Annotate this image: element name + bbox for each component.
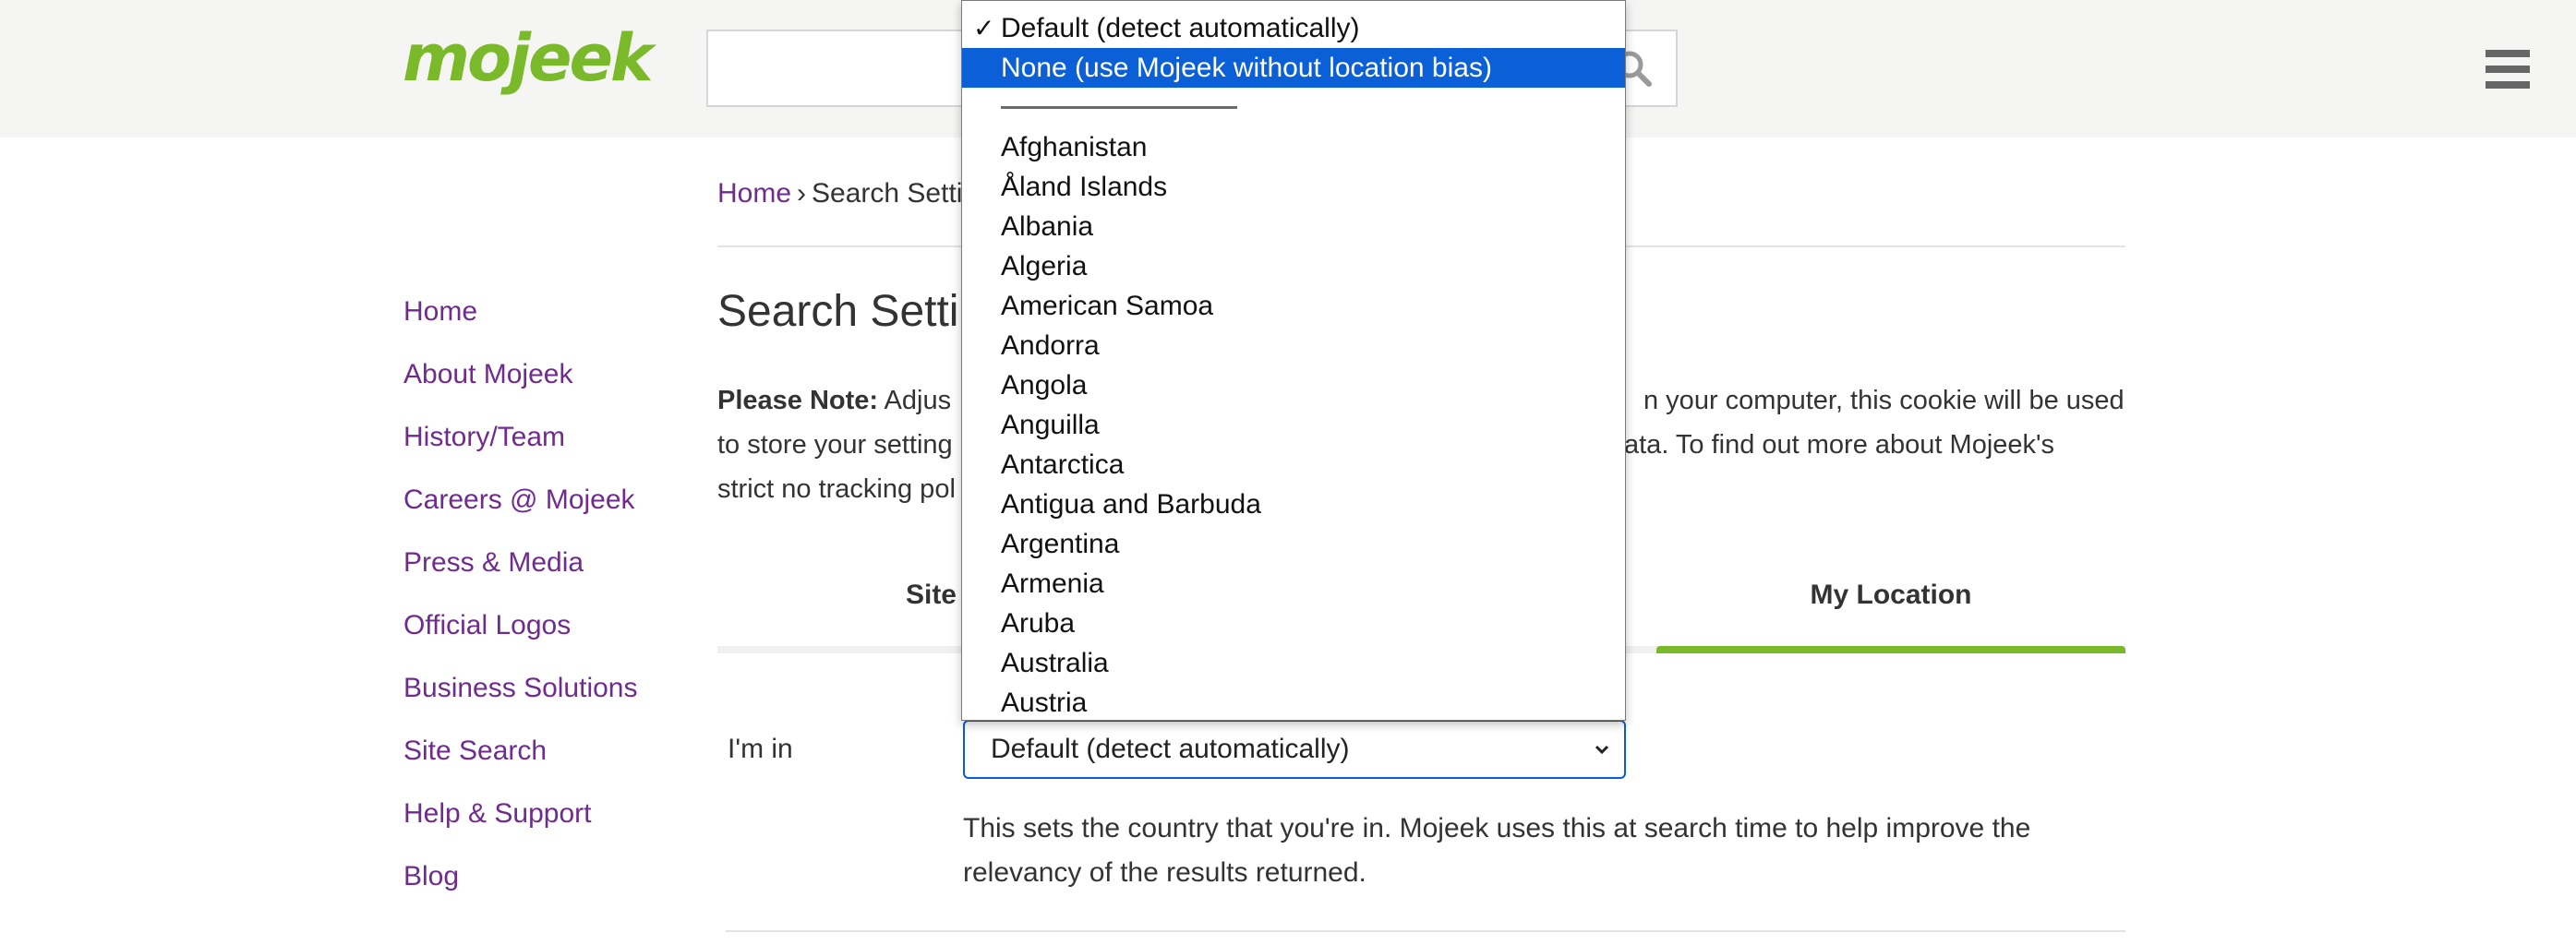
- note-bold-label: Please Note:: [717, 386, 879, 415]
- breadcrumb-current: Search Setti: [812, 178, 963, 209]
- sidebar-item-help-support[interactable]: Help & Support: [403, 797, 637, 860]
- tab-my-location[interactable]: My Location: [1656, 572, 2125, 655]
- country-dropdown-list[interactable]: ✓ Default (detect automatically) None (u…: [961, 0, 1626, 721]
- note-line1-left: Adjus: [878, 386, 952, 415]
- option-label: Default (detect automatically): [1001, 13, 1360, 43]
- dropdown-option[interactable]: Angola: [962, 365, 1625, 405]
- sidebar-item-site-search[interactable]: Site Search: [403, 735, 637, 797]
- dropdown-option[interactable]: Armenia: [962, 564, 1625, 604]
- active-tab-indicator: [1656, 646, 2125, 653]
- sidebar-item-about[interactable]: About Mojeek: [403, 358, 637, 421]
- note-line1-right: n your computer, this cookie will be use…: [1643, 386, 2125, 415]
- sidebar-item-press-media[interactable]: Press & Media: [403, 546, 637, 609]
- dropdown-option[interactable]: Antigua and Barbuda: [962, 484, 1625, 524]
- dropdown-option-default[interactable]: ✓ Default (detect automatically): [962, 8, 1625, 48]
- sidebar-nav: Home About Mojeek History/Team Careers @…: [403, 295, 637, 923]
- sidebar-item-blog[interactable]: Blog: [403, 860, 637, 923]
- country-select[interactable]: Default (detect automatically): [963, 720, 1626, 779]
- country-select-value: Default (detect automatically): [991, 734, 1350, 764]
- dropdown-option[interactable]: Argentina: [962, 524, 1625, 564]
- dropdown-option[interactable]: Antarctica: [962, 445, 1625, 484]
- dropdown-option[interactable]: Australia: [962, 643, 1625, 683]
- dropdown-option[interactable]: Austria: [962, 683, 1625, 720]
- checkmark-icon: ✓: [973, 14, 995, 42]
- sidebar-item-home[interactable]: Home: [403, 295, 637, 358]
- dropdown-option-none[interactable]: None (use Mojeek without location bias): [962, 48, 1625, 88]
- dropdown-option[interactable]: American Samoa: [962, 286, 1625, 326]
- note-line3-left: strict no tracking pol: [717, 474, 956, 504]
- sidebar-item-business-solutions[interactable]: Business Solutions: [403, 672, 637, 735]
- breadcrumb-separator: ›: [797, 178, 807, 209]
- location-help-text: This sets the country that you're in. Mo…: [963, 813, 2031, 888]
- breadcrumb-home-link[interactable]: Home: [717, 178, 791, 209]
- note-line2-right: ata. To find out more about Mojeek's: [1624, 430, 2055, 460]
- page-title: Search Settin: [717, 287, 984, 336]
- location-label: I'm in: [728, 734, 793, 764]
- dropdown-separator: [1001, 106, 1237, 109]
- dropdown-option[interactable]: Anguilla: [962, 405, 1625, 445]
- sidebar-item-careers[interactable]: Careers @ Mojeek: [403, 484, 637, 546]
- dropdown-option[interactable]: Albania: [962, 207, 1625, 246]
- dropdown-option[interactable]: Åland Islands: [962, 167, 1625, 207]
- dropdown-option[interactable]: Andorra: [962, 326, 1625, 365]
- dropdown-option[interactable]: Afghanistan: [962, 127, 1625, 167]
- mojeek-logo[interactable]: mojeek: [403, 26, 654, 90]
- dropdown-option[interactable]: Algeria: [962, 246, 1625, 286]
- chevron-down-icon: [1595, 745, 1609, 755]
- breadcrumb: Home › Search Setti: [717, 177, 962, 210]
- note-line2-left: to store your setting: [717, 430, 953, 460]
- hamburger-menu-icon[interactable]: [2486, 50, 2530, 89]
- sidebar-item-official-logos[interactable]: Official Logos: [403, 609, 637, 672]
- divider: [726, 930, 2125, 932]
- dropdown-option[interactable]: Aruba: [962, 604, 1625, 643]
- sidebar-item-history-team[interactable]: History/Team: [403, 421, 637, 484]
